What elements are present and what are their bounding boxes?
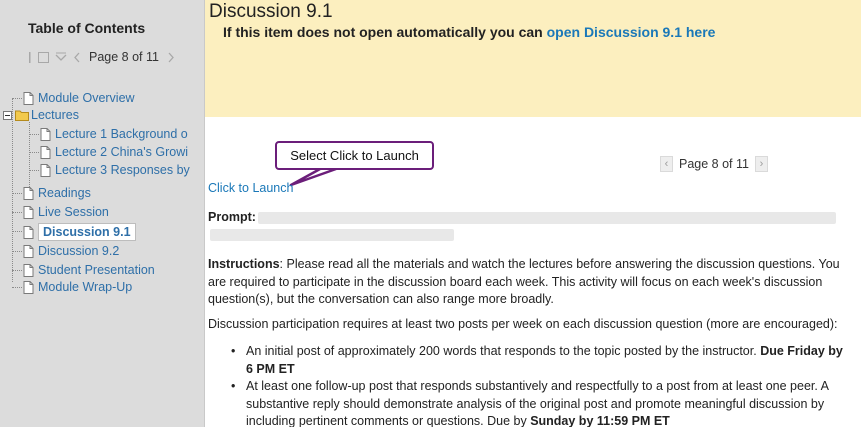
instructions-paragraph: Instructions: Please read all the materi… [208,256,843,309]
tree-line [12,270,22,271]
content-pager: ‹ Page 8 of 11 › [660,156,768,172]
page-icon [23,205,34,219]
collapse-toggle-icon[interactable] [3,110,12,120]
participation-paragraph: Discussion participation requires at lea… [208,317,838,331]
toc-item-module-wrap-up[interactable]: Module Wrap-Up [23,279,132,295]
redacted-prompt-text [258,212,836,224]
page-icon [23,244,34,258]
page-icon [23,186,34,200]
collapse-bar-icon[interactable] [28,51,32,63]
previous-page-button[interactable]: ‹ [660,156,673,172]
toc-controls: Page 8 of 11 [28,50,175,64]
callout-annotation: Select Click to Launch [275,141,434,170]
page-icon [40,145,51,159]
open-instruction-text: If this item does not open automatically… [223,24,547,40]
page-icon [40,163,51,177]
toc-page-indicator: Page 8 of 11 [89,50,159,64]
toc-item-discussion-9-2[interactable]: Discussion 9.2 [23,243,119,259]
open-instruction: If this item does not open automatically… [223,24,715,40]
toc-item-discussion-9-1[interactable]: Discussion 9.1 [23,222,136,242]
toc-item-live-session[interactable]: Live Session [23,204,109,220]
toc-item-lecture-3[interactable]: Lecture 3 Responses by [40,162,205,178]
tree-line [12,231,22,232]
open-discussion-link[interactable]: open Discussion 9.1 here [547,24,716,40]
prompt-label: Prompt: [208,210,256,224]
tree-line [12,287,22,288]
toc-item-lecture-2[interactable]: Lecture 2 China's Growi [40,144,205,160]
tree-line [29,152,39,153]
next-page-button[interactable]: › [754,156,768,172]
callout-text: Select Click to Launch [290,148,419,163]
tree-line [12,98,13,282]
tree-line [29,134,39,135]
tree-line [12,212,22,213]
list-item: At least one follow-up post that respond… [208,378,848,427]
collapse-all-icon[interactable] [55,52,67,63]
page-title: Discussion 9.1 [209,1,333,22]
instructions-label: Instructions [208,257,280,271]
next-page-icon[interactable] [167,52,175,63]
table-of-contents-sidebar: Table of Contents Page 8 of 11 Module Ov… [0,0,205,427]
previous-page-icon[interactable] [73,52,81,63]
toc-item-lectures[interactable]: Lectures [3,107,79,123]
toc-item-student-presentation[interactable]: Student Presentation [23,262,155,278]
requirements-list: An initial post of approximately 200 wor… [208,343,848,427]
page-icon [40,127,51,141]
tree-line [12,98,22,99]
toc-title: Table of Contents [28,20,146,36]
page-icon [23,91,34,105]
tree-line [29,170,39,171]
toc-item-module-overview[interactable]: Module Overview [23,90,135,106]
redacted-prompt-text [210,229,454,241]
tree-line [12,193,22,194]
folder-icon [15,110,29,121]
click-to-launch-link[interactable]: Click to Launch [208,181,293,195]
page-icon [23,225,34,239]
content-page-indicator: Page 8 of 11 [679,157,749,171]
expand-all-icon[interactable] [38,51,49,63]
page-icon [23,280,34,294]
tree-line [12,251,22,252]
toc-item-readings[interactable]: Readings [23,185,91,201]
list-item: An initial post of approximately 200 wor… [208,343,848,378]
page-icon [23,263,34,277]
toc-item-lecture-1[interactable]: Lecture 1 Background o [40,126,205,142]
content-header: Discussion 9.1 If this item does not ope… [205,0,861,117]
instructions-text: : Please read all the materials and watc… [208,257,840,306]
